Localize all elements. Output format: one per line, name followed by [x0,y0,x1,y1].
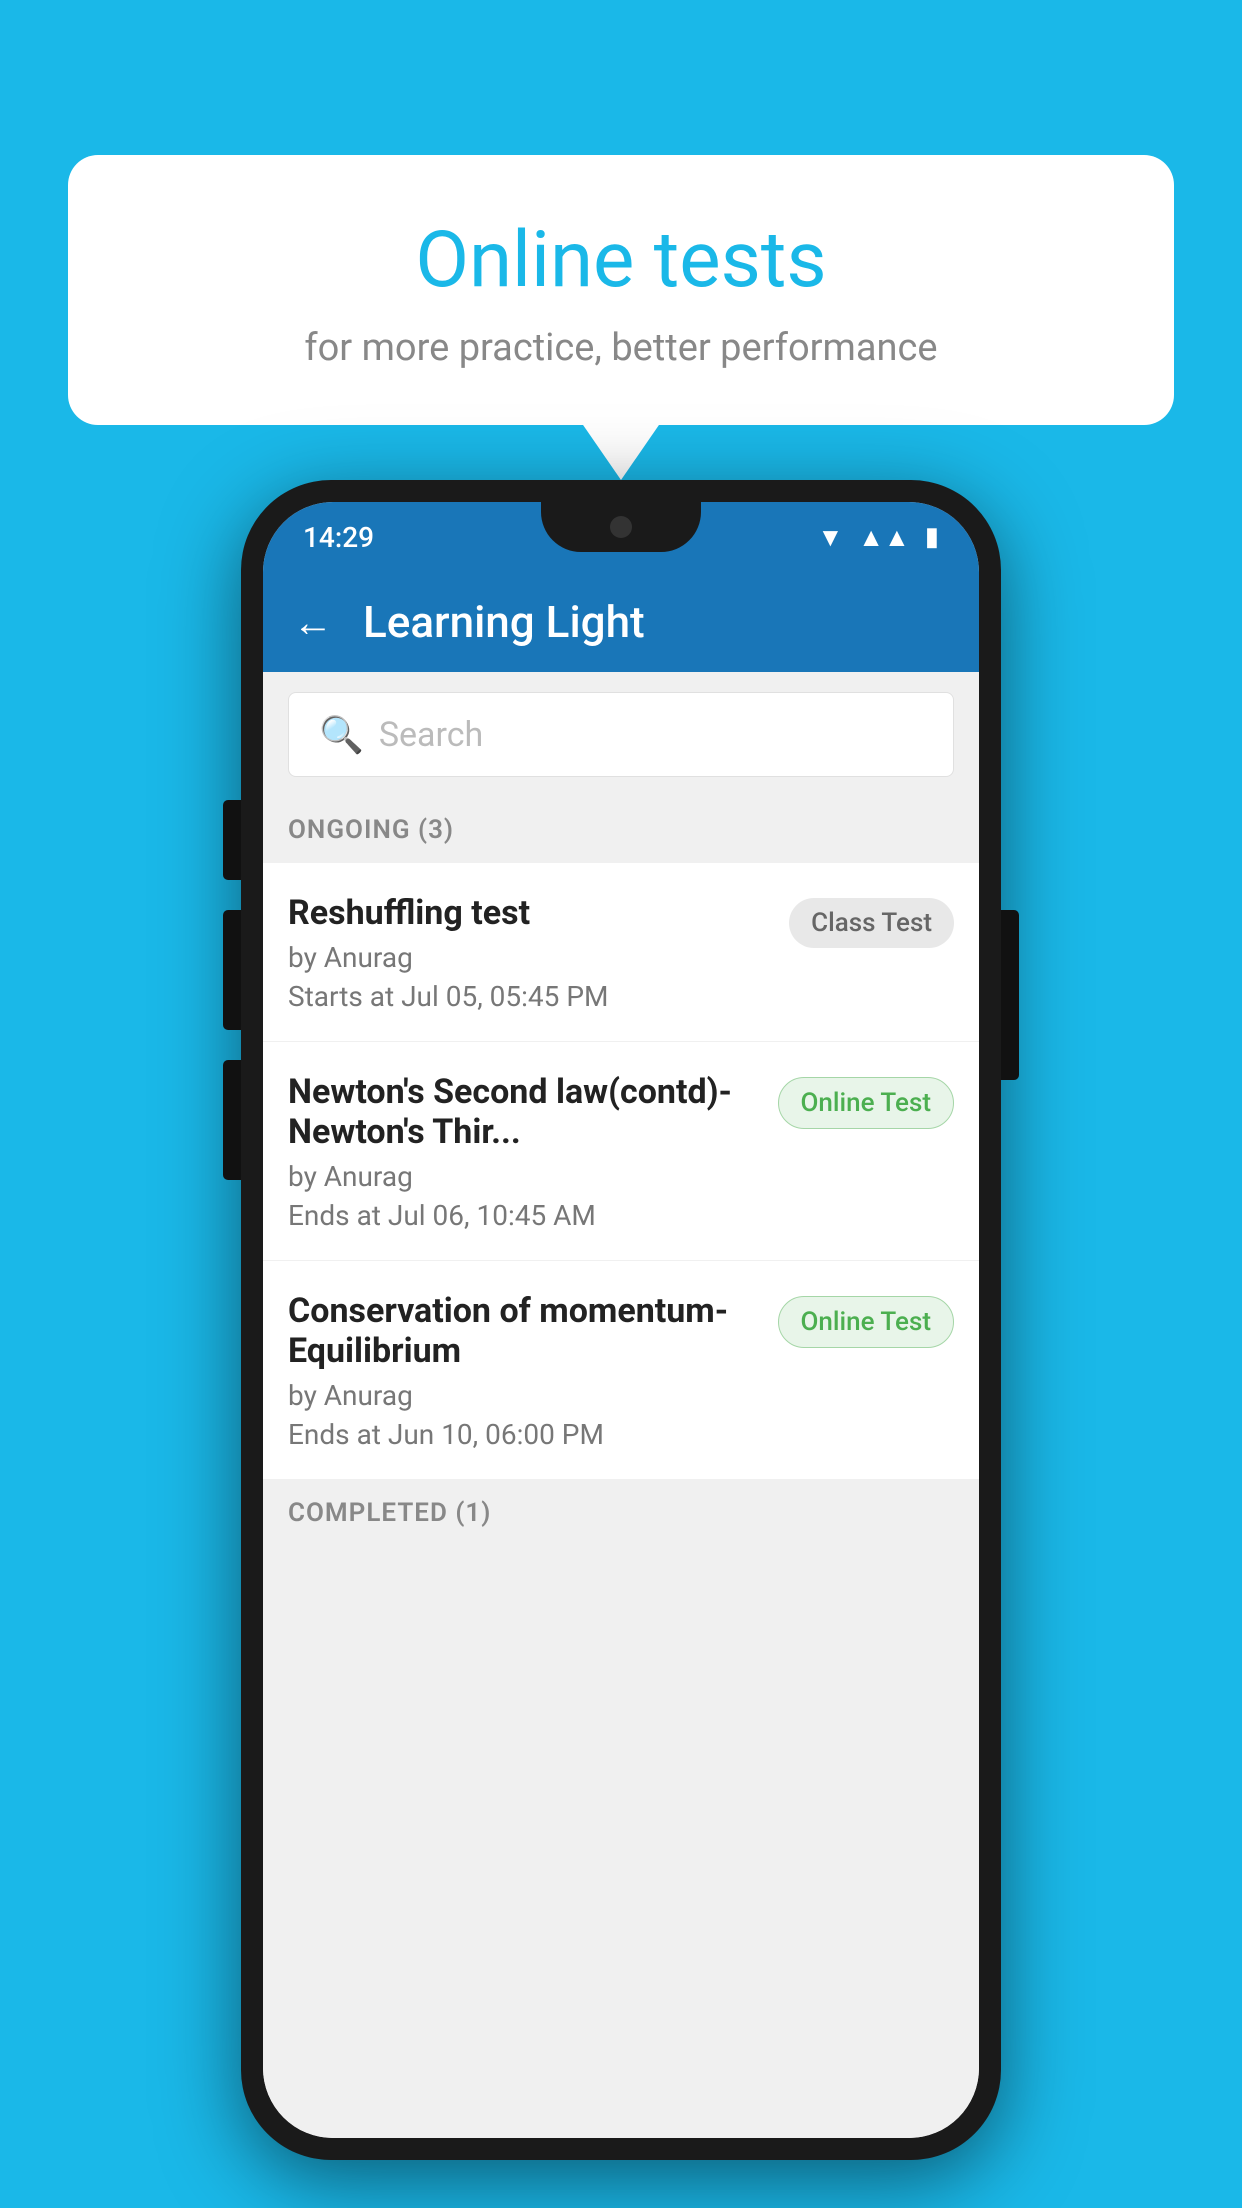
app-bar: ← Learning Light [263,572,979,672]
ongoing-section-header: ONGOING (3) [263,797,979,863]
test-item-time: Starts at Jul 05, 05:45 PM [288,980,774,1013]
test-badge-online: Online Test [778,1296,955,1348]
test-item-title: Newton's Second law(contd)-Newton's Thir… [288,1072,763,1152]
phone-screen: 14:29 ▼ ▲▲ ▮ ← Learning Light MENTS ANNO… [263,502,979,2138]
completed-label: COMPLETED (1) [288,1498,491,1528]
phone-mockup: 14:29 ▼ ▲▲ ▮ ← Learning Light MENTS ANNO… [241,480,1001,2160]
promo-title: Online tests [118,215,1124,306]
promo-speech-bubble: Online tests for more practice, better p… [68,155,1174,425]
test-badge-class: Class Test [789,898,954,948]
test-item[interactable]: Reshuffling test by Anurag Starts at Jul… [263,863,979,1042]
ongoing-label: ONGOING (3) [288,815,454,845]
search-input[interactable]: Search [379,715,483,755]
search-icon: 🔍 [319,714,364,756]
status-bar: 14:29 ▼ ▲▲ ▮ [263,502,979,572]
test-list: Reshuffling test by Anurag Starts at Jul… [263,863,979,1480]
test-item[interactable]: Newton's Second law(contd)-Newton's Thir… [263,1042,979,1261]
test-item-time: Ends at Jul 06, 10:45 AM [288,1199,763,1232]
status-icons: ▼ ▲▲ ▮ [817,522,939,553]
search-container: 🔍 Search [263,672,979,797]
test-item-content: Reshuffling test by Anurag Starts at Jul… [288,893,774,1013]
phone-notch [541,502,701,552]
test-item-time: Ends at Jun 10, 06:00 PM [288,1418,763,1451]
wifi-icon: ▼ [817,522,843,553]
back-button[interactable]: ← [293,599,333,646]
completed-section-header: COMPLETED (1) [263,1480,979,1546]
test-item-by: by Anurag [288,1379,763,1412]
test-item-content: Newton's Second law(contd)-Newton's Thir… [288,1072,763,1232]
status-time: 14:29 [303,521,374,554]
phone-button-vol-up [223,910,241,1030]
test-badge-online: Online Test [778,1077,955,1129]
test-item-content: Conservation of momentum-Equilibrium by … [288,1291,763,1451]
test-item-by: by Anurag [288,1160,763,1193]
app-bar-title: Learning Light [363,596,645,648]
battery-icon: ▮ [925,522,939,552]
content-area: 🔍 Search ONGOING (3) Reshuffling test by… [263,672,979,2138]
phone-button-mute [223,800,241,880]
test-item-title: Conservation of momentum-Equilibrium [288,1291,763,1371]
phone-button-vol-down [223,1060,241,1180]
phone-camera [610,516,632,538]
test-item-by: by Anurag [288,941,774,974]
signal-icon: ▲▲ [858,522,909,553]
phone-button-power [1001,910,1019,1080]
test-item-title: Reshuffling test [288,893,774,933]
promo-subtitle: for more practice, better performance [118,326,1124,370]
test-item[interactable]: Conservation of momentum-Equilibrium by … [263,1261,979,1480]
search-box[interactable]: 🔍 Search [288,692,954,777]
